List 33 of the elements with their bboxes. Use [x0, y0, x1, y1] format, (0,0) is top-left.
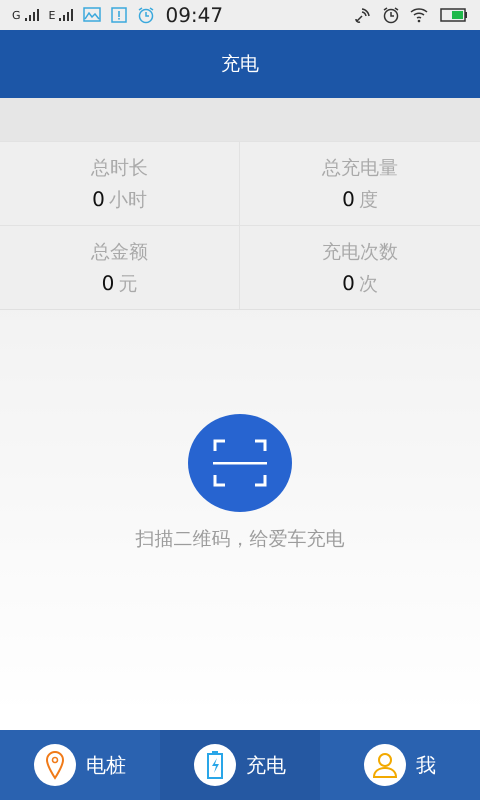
wifi-icon — [410, 7, 430, 23]
network-label: E — [48, 8, 56, 22]
stat-unit: 度 — [358, 188, 378, 212]
stat-unit: 小时 — [108, 188, 147, 212]
person-icon — [371, 751, 399, 779]
stat-unit: 次 — [358, 272, 378, 296]
nav-tab[interactable]: 我 — [320, 730, 480, 800]
stat-label: 总金额 — [91, 240, 148, 264]
stat-value: 0 — [342, 186, 355, 210]
location-pin-icon — [45, 750, 65, 780]
stat-value: 0 — [102, 270, 114, 294]
scan-caption: 扫描二维码，给爱车充电 — [136, 527, 344, 552]
image-icon — [83, 7, 102, 23]
stat-value: 0 — [92, 186, 105, 210]
nfc-icon — [354, 6, 372, 24]
battery-icon — [440, 8, 468, 22]
page-title: 充电 — [221, 52, 259, 77]
scan-icon — [213, 439, 267, 487]
signal-icon — [24, 9, 39, 21]
alert-icon — [111, 7, 128, 23]
stat-value: 0 — [342, 270, 355, 294]
nav-tab[interactable]: 充电 — [160, 730, 320, 800]
stat-label: 充电次数 — [322, 240, 398, 264]
alarm-icon — [382, 6, 400, 24]
stat-unit: 元 — [118, 272, 138, 296]
battery-bolt-icon — [206, 750, 224, 780]
clock-time: 09:47 — [165, 3, 224, 27]
network-label: G — [12, 8, 21, 22]
stat-label: 总充电量 — [322, 156, 398, 180]
alarm-icon — [137, 6, 156, 24]
nav-tab[interactable]: 电桩 — [0, 730, 160, 800]
signal-icon — [59, 9, 74, 21]
stat-label: 总时长 — [91, 156, 148, 180]
